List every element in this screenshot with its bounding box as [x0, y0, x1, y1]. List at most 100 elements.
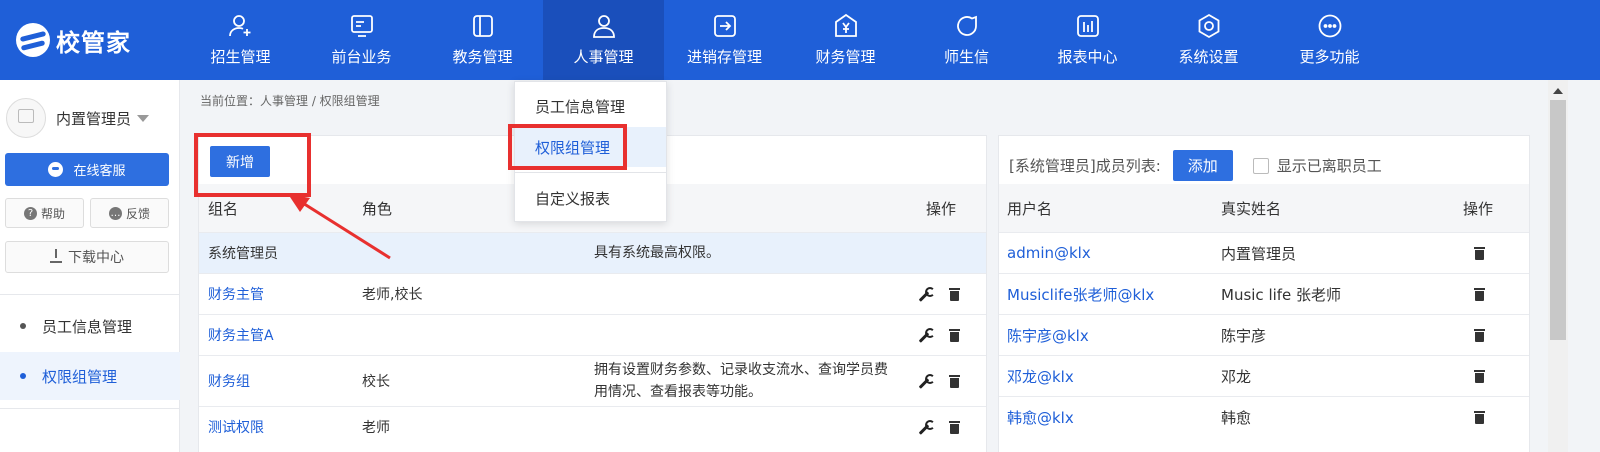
- nav-item-reports[interactable]: 报表中心: [1027, 0, 1148, 80]
- nav-item-hr[interactable]: 人事管理: [543, 0, 664, 80]
- table-row[interactable]: 邓龙@klx 邓龙: [999, 355, 1529, 396]
- group-name-link[interactable]: 财务组: [208, 371, 250, 391]
- finance-icon: [832, 12, 860, 40]
- trash-icon[interactable]: [949, 328, 960, 342]
- wrench-icon[interactable]: [917, 327, 935, 343]
- sidebar-item-permission-groups[interactable]: 权限组管理: [0, 352, 180, 400]
- online-service-button[interactable]: 在线客服: [5, 153, 169, 186]
- help-button[interactable]: ? 帮助: [5, 198, 84, 228]
- username-link[interactable]: 陈宇彦@klx: [1007, 325, 1089, 346]
- dropdown-item-custom-reports[interactable]: 自定义报表: [515, 178, 666, 218]
- book-icon: [469, 12, 497, 40]
- logo-mark-icon: [16, 23, 50, 57]
- annotation-highlight-box: [508, 124, 627, 170]
- col-header-username: 用户名: [1007, 199, 1053, 218]
- scroll-up-icon[interactable]: [1553, 88, 1563, 94]
- user-add-icon: [227, 12, 255, 40]
- dropdown-divider: [515, 172, 666, 173]
- show-resigned-label: 显示已离职员工: [1276, 157, 1382, 175]
- support-icon: [48, 162, 64, 177]
- download-icon: [50, 249, 62, 263]
- members-panel: [系统管理员]成员列表: 添加 显示已离职员工 用户名 真实姓名 操作 admi…: [998, 135, 1530, 452]
- scroll-thumb[interactable]: [1550, 100, 1566, 340]
- group-name-link[interactable]: 测试权限: [208, 417, 264, 437]
- breadcrumb: 当前位置：人事管理 / 权限组管理: [200, 94, 380, 108]
- username-link[interactable]: Musiclife张老师@klx: [1007, 284, 1154, 305]
- download-center-button[interactable]: 下载中心: [5, 241, 169, 273]
- sidebar-item-employee-info[interactable]: 员工信息管理: [0, 302, 180, 350]
- person-icon: [590, 12, 618, 40]
- table-row[interactable]: 财务主管 老师,校长: [199, 273, 986, 314]
- trash-icon[interactable]: [949, 287, 960, 301]
- sidebar-divider: [0, 408, 180, 409]
- nav-item-inventory[interactable]: 进销存管理: [664, 0, 785, 80]
- table-row[interactable]: admin@klx 内置管理员: [999, 232, 1529, 273]
- group-name-link[interactable]: 财务主管A: [208, 325, 274, 345]
- chevron-down-icon: [137, 114, 150, 122]
- table-row[interactable]: 韩愈@klx 韩愈: [999, 396, 1529, 437]
- app-logo[interactable]: 校管家: [16, 20, 131, 60]
- more-icon: [1316, 12, 1344, 40]
- table-row[interactable]: 陈宇彦@klx 陈宇彦: [999, 314, 1529, 355]
- trash-icon[interactable]: [1474, 246, 1485, 260]
- nav-item-recruit[interactable]: 招生管理: [180, 0, 301, 80]
- sidebar: 内置管理员 在线客服 ? 帮助 … 反馈 下载中心 员工信息管理 权限组管理: [0, 80, 180, 452]
- realname: 邓龙: [1221, 367, 1252, 386]
- group-desc: 拥有设置财务参数、记录收支流水、查询学员费用情况、查看报表等功能。: [594, 362, 888, 400]
- wrench-icon[interactable]: [917, 419, 935, 435]
- username-link[interactable]: admin@klx: [1007, 244, 1091, 262]
- table-row[interactable]: 财务主管A: [199, 314, 986, 355]
- desk-icon: [348, 12, 376, 40]
- row-actions: [917, 419, 960, 435]
- nav-item-academic[interactable]: 教务管理: [422, 0, 543, 80]
- nav-item-frontdesk[interactable]: 前台业务: [301, 0, 422, 80]
- user-name: 内置管理员: [56, 109, 132, 128]
- add-member-button[interactable]: 添加: [1172, 150, 1233, 181]
- trash-icon[interactable]: [1474, 328, 1485, 342]
- wrench-icon[interactable]: [917, 286, 935, 302]
- dropdown-item-employee-info[interactable]: 员工信息管理: [515, 86, 666, 126]
- trash-icon[interactable]: [1474, 369, 1485, 383]
- nav-item-finance[interactable]: 财务管理: [785, 0, 906, 80]
- group-role: 老师: [362, 420, 390, 436]
- question-icon: ?: [23, 206, 37, 220]
- trash-icon[interactable]: [949, 374, 960, 388]
- nav-item-more[interactable]: 更多功能: [1269, 0, 1390, 80]
- nav-item-messaging[interactable]: 师生信: [906, 0, 1027, 80]
- wrench-icon[interactable]: [917, 373, 935, 389]
- trash-icon[interactable]: [1474, 287, 1485, 301]
- report-icon: [1074, 12, 1102, 40]
- col-header-actions: 操作: [1463, 199, 1494, 218]
- group-name: 系统管理员: [208, 246, 278, 262]
- feedback-button[interactable]: … 反馈: [90, 198, 169, 228]
- table-row[interactable]: 测试权限 老师: [199, 406, 986, 447]
- members-header: [系统管理员]成员列表: 添加 显示已离职员工: [1009, 150, 1382, 181]
- show-resigned-checkbox[interactable]: [1252, 157, 1269, 174]
- annotation-highlight-box: [194, 133, 311, 197]
- members-title: [系统管理员]成员列表:: [1009, 157, 1161, 175]
- user-menu[interactable]: 内置管理员: [6, 98, 150, 138]
- members-table-header: 用户名 真实姓名 操作: [999, 184, 1529, 232]
- username-link[interactable]: 韩愈@klx: [1007, 407, 1074, 428]
- trash-icon[interactable]: [949, 420, 960, 434]
- table-row[interactable]: 财务组 校长 拥有设置财务参数、记录收支流水、查询学员费用情况、查看报表等功能。: [199, 355, 986, 406]
- group-name-link[interactable]: 财务主管: [208, 284, 264, 304]
- realname: Music life 张老师: [1221, 285, 1342, 304]
- annotation-arrow-icon: [288, 194, 391, 260]
- sidebar-divider: [0, 294, 180, 295]
- realname: 韩愈: [1221, 408, 1252, 427]
- chat-icon: [953, 12, 981, 40]
- trash-icon[interactable]: [1474, 410, 1485, 424]
- realname: 内置管理员: [1221, 244, 1297, 263]
- avatar: [6, 98, 46, 138]
- col-header-realname: 真实姓名: [1221, 199, 1282, 218]
- inventory-icon: [711, 12, 739, 40]
- table-row[interactable]: Musiclife张老师@klx Music life 张老师: [999, 273, 1529, 314]
- page-scrollbar[interactable]: [1548, 80, 1568, 452]
- username-link[interactable]: 邓龙@klx: [1007, 366, 1074, 387]
- settings-icon: [1195, 12, 1223, 40]
- help-feedback-row: ? 帮助 … 反馈: [5, 198, 169, 228]
- logo-text: 校管家: [56, 28, 131, 57]
- nav-item-settings[interactable]: 系统设置: [1148, 0, 1269, 80]
- top-nav-bar: 校管家 招生管理 前台业务 教务管理 人事管理 进销存管理 财务管理 师生信 报…: [0, 0, 1600, 80]
